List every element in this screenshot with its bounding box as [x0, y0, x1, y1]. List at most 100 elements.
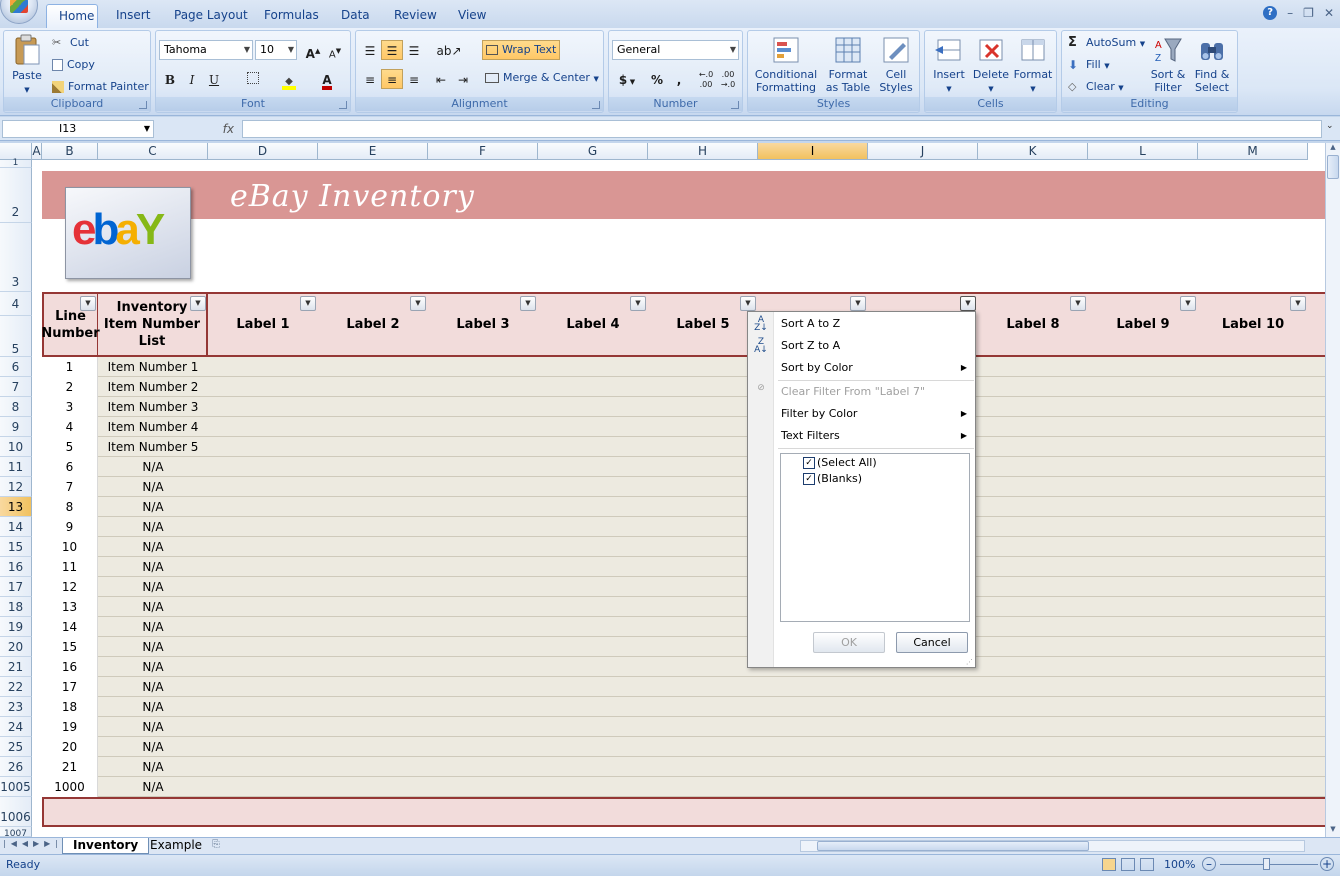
menu-sort-a-z[interactable]: A Z↓ Sort A to Z — [748, 313, 975, 335]
cut-button[interactable]: ✂ Cut — [52, 36, 89, 50]
table-row[interactable]: 18 N/A — [42, 697, 1325, 717]
inventory-item-cell[interactable]: N/A — [98, 697, 208, 717]
percent-button[interactable]: % — [646, 69, 668, 89]
page-break-view-icon[interactable] — [1140, 858, 1154, 871]
clear-button[interactable]: ◇ Clear ▼ — [1068, 80, 1124, 94]
select-all-label[interactable]: (Select All) — [817, 456, 877, 469]
inventory-item-cell[interactable]: N/A — [98, 717, 208, 737]
row-header-5[interactable]: 5 — [0, 316, 32, 357]
merge-center-button[interactable]: Merge & Center ▼ — [485, 71, 599, 84]
row-header[interactable]: 1005 — [0, 777, 32, 797]
select-all-checkbox[interactable]: ✓ — [803, 457, 815, 469]
filter-dropdown-g[interactable]: ▼ — [630, 296, 646, 311]
line-number-cell[interactable]: 3 — [42, 397, 98, 417]
line-number-cell[interactable]: 2 — [42, 377, 98, 397]
inventory-item-cell[interactable]: N/A — [98, 597, 208, 617]
row-header[interactable]: 8 — [0, 397, 32, 417]
row-header-2[interactable]: 2 — [0, 168, 32, 223]
inventory-item-cell[interactable]: N/A — [98, 537, 208, 557]
inventory-item-cell[interactable]: Item Number 4 — [98, 417, 208, 437]
table-row[interactable]: 1 Item Number 1 — [42, 357, 1325, 377]
inventory-item-cell[interactable]: N/A — [98, 617, 208, 637]
line-number-cell[interactable]: 20 — [42, 737, 98, 757]
formula-input[interactable] — [242, 120, 1322, 138]
sheet-nav-icons[interactable]: |◀◀▶▶| — [3, 839, 63, 848]
align-top-button[interactable]: ☰ — [359, 40, 381, 60]
expand-formula-bar-icon[interactable]: ⌄ — [1326, 121, 1334, 131]
filter-dropdown-e[interactable]: ▼ — [410, 296, 426, 311]
number-format-combo[interactable]: General ▼ — [612, 40, 739, 60]
line-number-cell[interactable]: 11 — [42, 557, 98, 577]
row-header[interactable]: 9 — [0, 417, 32, 437]
column-header-m[interactable]: M — [1198, 143, 1308, 160]
row-header-1007[interactable]: 1007 — [0, 827, 32, 837]
table-row[interactable]: 9 N/A — [42, 517, 1325, 537]
filter-dropdown-h[interactable]: ▼ — [740, 296, 756, 311]
column-header-l[interactable]: L — [1088, 143, 1198, 160]
row-header[interactable]: 18 — [0, 597, 32, 617]
menu-sort-z-a[interactable]: Z A↓ Sort Z to A — [748, 335, 975, 357]
shrink-font-button[interactable]: A▼ — [324, 40, 346, 60]
restore-icon[interactable]: ❐ — [1303, 6, 1314, 22]
table-row[interactable]: 7 N/A — [42, 477, 1325, 497]
line-number-cell[interactable]: 18 — [42, 697, 98, 717]
delete-cells-button[interactable]: Delete ▼ — [971, 35, 1011, 96]
line-number-cell[interactable]: 4 — [42, 417, 98, 437]
decrease-indent-button[interactable]: ⇤ — [430, 69, 452, 89]
format-painter-button[interactable]: Format Painter — [52, 80, 149, 93]
align-bottom-button[interactable]: ☰ — [403, 40, 425, 60]
blanks-checkbox[interactable]: ✓ — [803, 473, 815, 485]
row-header-4[interactable]: 4 — [0, 292, 32, 316]
filter-dropdown-d[interactable]: ▼ — [300, 296, 316, 311]
row-header[interactable]: 15 — [0, 537, 32, 557]
filter-dropdown-f[interactable]: ▼ — [520, 296, 536, 311]
zoom-slider-thumb[interactable] — [1263, 858, 1270, 870]
zoom-in-icon[interactable]: + — [1320, 857, 1334, 871]
copy-button[interactable]: Copy — [52, 58, 95, 71]
filter-dropdown-m[interactable]: ▼ — [1290, 296, 1306, 311]
decrease-decimal-button[interactable]: .00 →.0 — [717, 69, 739, 89]
inventory-item-cell[interactable]: Item Number 2 — [98, 377, 208, 397]
line-number-cell[interactable]: 9 — [42, 517, 98, 537]
filter-dropdown-c[interactable]: ▼ — [190, 296, 206, 311]
normal-view-icon[interactable] — [1102, 858, 1116, 871]
table-row[interactable]: 4 Item Number 4 — [42, 417, 1325, 437]
horizontal-scrollbar[interactable] — [800, 840, 1305, 852]
line-number-cell[interactable]: 16 — [42, 657, 98, 677]
inventory-item-cell[interactable]: N/A — [98, 557, 208, 577]
row-header-1[interactable]: 1 — [0, 159, 32, 168]
row-header[interactable]: 14 — [0, 517, 32, 537]
number-launcher[interactable] — [731, 101, 739, 109]
line-number-cell[interactable]: 1000 — [42, 777, 98, 797]
row-header[interactable]: 20 — [0, 637, 32, 657]
blanks-label[interactable]: (Blanks) — [817, 472, 862, 485]
row-header[interactable]: 11 — [0, 457, 32, 477]
fill-button[interactable]: ⬇ Fill ▼ — [1068, 58, 1110, 72]
inventory-item-cell[interactable]: N/A — [98, 657, 208, 677]
sort-filter-button[interactable]: AZ Sort & Filter — [1148, 35, 1188, 94]
inventory-item-cell[interactable]: N/A — [98, 637, 208, 657]
sheet-tab-inventory[interactable]: Inventory — [62, 838, 150, 854]
filter-dropdown-i[interactable]: ▼ — [850, 296, 866, 311]
row-header[interactable]: 26 — [0, 757, 32, 777]
ok-button[interactable]: OK — [813, 632, 885, 653]
tab-insert[interactable]: Insert — [104, 4, 162, 28]
inventory-item-cell[interactable]: N/A — [98, 457, 208, 477]
inventory-item-cell[interactable]: N/A — [98, 677, 208, 697]
line-number-cell[interactable]: 5 — [42, 437, 98, 457]
comma-button[interactable]: , — [668, 69, 690, 89]
cancel-button[interactable]: Cancel — [896, 632, 968, 653]
filter-dropdown-j[interactable]: ▼ — [960, 296, 976, 311]
scroll-down-icon[interactable]: ▼ — [1327, 825, 1339, 835]
row-header[interactable]: 12 — [0, 477, 32, 497]
clipboard-launcher[interactable] — [139, 101, 147, 109]
help-icon[interactable]: ? — [1263, 6, 1278, 20]
row-header[interactable]: 6 — [0, 357, 32, 377]
filter-dropdown-k[interactable]: ▼ — [1070, 296, 1086, 311]
column-header-a[interactable]: A — [32, 143, 42, 160]
row-header[interactable]: 19 — [0, 617, 32, 637]
table-row[interactable]: 2 Item Number 2 — [42, 377, 1325, 397]
line-number-cell[interactable]: 15 — [42, 637, 98, 657]
find-select-button[interactable]: Find & Select — [1190, 35, 1234, 94]
format-cells-button[interactable]: Format ▼ — [1013, 35, 1053, 96]
